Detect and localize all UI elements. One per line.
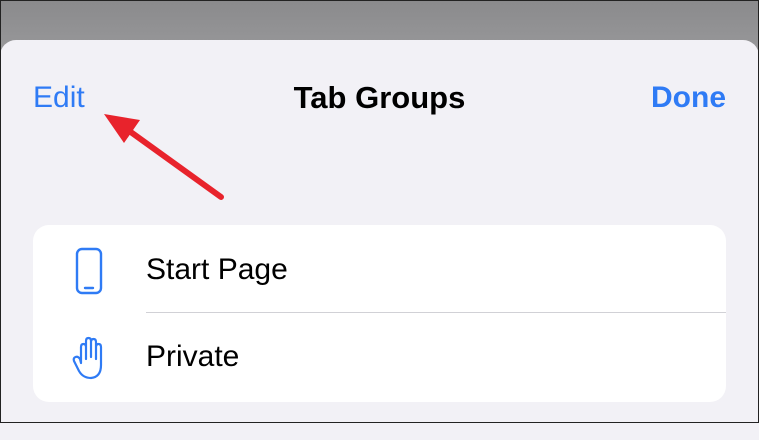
iphone-icon (75, 247, 103, 295)
tab-group-label: Private (146, 340, 240, 373)
tab-group-start-page[interactable]: Start Page (33, 225, 726, 313)
tab-group-label: Start Page (146, 253, 288, 286)
tab-groups-list: Start Page Private (33, 225, 726, 402)
hand-raised-icon (72, 336, 103, 380)
done-button[interactable]: Done (651, 78, 726, 118)
tab-group-private[interactable]: Private (33, 313, 726, 401)
sheet-title: Tab Groups (293, 80, 466, 115)
